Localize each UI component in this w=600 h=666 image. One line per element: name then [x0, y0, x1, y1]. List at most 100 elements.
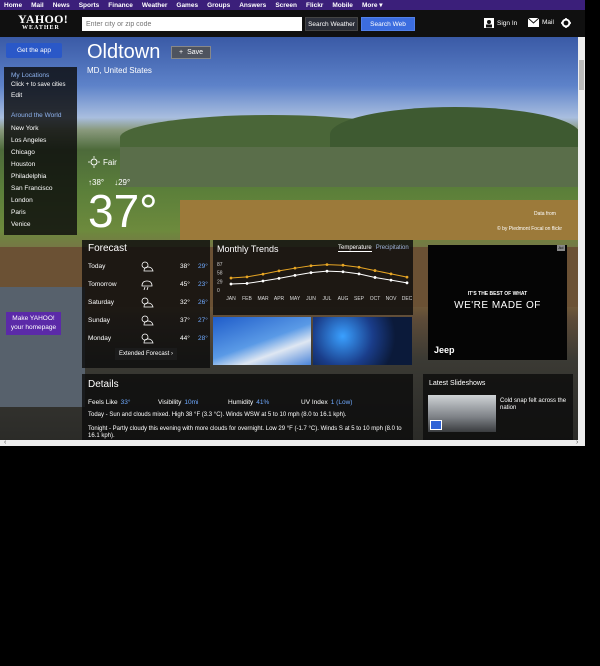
humidity-value: 41%: [256, 399, 270, 406]
make-homepage-line2: your homepage: [10, 324, 57, 331]
save-label: Save: [187, 49, 204, 56]
data-point: [341, 263, 345, 267]
mail-link[interactable]: Mail: [528, 18, 554, 27]
current-condition: Fair: [88, 156, 117, 168]
city-link[interactable]: Venice: [11, 221, 31, 228]
nav-answers[interactable]: Answers: [239, 2, 266, 9]
nav-games[interactable]: Games: [176, 2, 198, 9]
today-forecast-text: Today - Sun and clouds mixed. High 38 °F…: [88, 412, 347, 418]
x-tick-label: JUL: [323, 296, 332, 302]
nav-flickr[interactable]: Flickr: [306, 2, 323, 9]
feels-like: Feels Like 33°: [88, 399, 130, 406]
city-link[interactable]: Philadelphia: [11, 173, 46, 180]
nav-more[interactable]: More ▾: [362, 1, 383, 9]
data-point: [309, 271, 313, 275]
locations-panel: My Locations Click + to save cities Edit…: [4, 67, 77, 235]
vertical-scrollbar[interactable]: [578, 37, 585, 440]
vertical-scrollbar-thumb[interactable]: [579, 60, 584, 90]
sky-photo-thumbnail[interactable]: [213, 317, 311, 365]
tab-temperature[interactable]: Temperature: [338, 245, 372, 252]
search-web-button[interactable]: Search Web: [361, 17, 415, 31]
nav-weather[interactable]: Weather: [142, 2, 168, 9]
forecast-row: Monday 44° 28°: [88, 332, 208, 346]
nav-news[interactable]: News: [53, 2, 70, 9]
humidity: Humidity 41%: [228, 399, 269, 406]
ad-line1: IT'S THE BEST OF WHAT: [467, 291, 528, 297]
city-link[interactable]: New York: [11, 125, 38, 132]
photo-bridge: [180, 200, 578, 240]
save-location-button[interactable]: + Save: [171, 46, 211, 59]
nav-home[interactable]: Home: [4, 2, 22, 9]
yahoo-weather-logo[interactable]: YAHOO! WEATHER: [18, 13, 68, 32]
visibility: Visibility 10mi: [158, 399, 198, 406]
city-link[interactable]: Chicago: [11, 149, 35, 156]
city-link[interactable]: Houston: [11, 161, 35, 168]
sign-in-label: Sign In: [497, 19, 518, 27]
slideshow-thumbnail[interactable]: [428, 395, 496, 432]
scroll-left-arrow[interactable]: ‹: [4, 439, 6, 446]
nav-mobile[interactable]: Mobile: [332, 2, 353, 9]
user-icon: [484, 18, 494, 28]
forecast-day: Saturday: [88, 299, 115, 306]
nav-groups[interactable]: Groups: [207, 2, 230, 9]
data-point: [373, 269, 377, 272]
data-point: [309, 264, 313, 268]
sign-in-link[interactable]: Sign In: [484, 18, 517, 28]
data-point: [389, 272, 393, 276]
ad-choices-icon[interactable]: Ad: [557, 245, 565, 251]
forecast-title: Forecast: [88, 243, 127, 254]
forecast-row: Today 38° 29°: [88, 260, 208, 274]
get-app-button[interactable]: Get the app: [6, 43, 62, 58]
photo-credit[interactable]: © by Piedmont Focal on flickr: [497, 226, 562, 232]
city-link[interactable]: Paris: [11, 209, 26, 216]
my-locations-title: My Locations: [11, 72, 50, 79]
city-link[interactable]: London: [11, 197, 33, 204]
nav-sports[interactable]: Sports: [79, 2, 100, 9]
uv-label: UV Index: [301, 399, 328, 406]
x-tick-label: MAR: [257, 296, 269, 302]
rain-photo-thumbnail[interactable]: [313, 317, 412, 365]
edit-locations-link[interactable]: Edit: [11, 92, 22, 99]
x-tick-label: DEC: [402, 296, 413, 302]
nav-mail[interactable]: Mail: [31, 2, 44, 9]
horizontal-scrollbar[interactable]: [0, 440, 585, 446]
jeep-advertisement[interactable]: Ad IT'S THE BEST OF WHAT WE'RE MADE OF J…: [428, 245, 567, 360]
x-tick-label: JUN: [306, 296, 316, 302]
partly-cloudy-icon: [141, 333, 154, 344]
tonight-forecast-text: Tonight - Partly cloudy this evening wit…: [88, 426, 402, 439]
nav-screen[interactable]: Screen: [275, 2, 297, 9]
make-homepage-button[interactable]: Make YAHOO! your homepage: [6, 312, 61, 335]
data-point: [261, 272, 265, 276]
condition-text: Fair: [103, 157, 117, 167]
slideshow-caption[interactable]: Cold snap felt across the nation: [500, 398, 570, 412]
gear-icon[interactable]: [561, 18, 571, 28]
x-tick-label: JAN: [226, 296, 236, 302]
series-line: [230, 270, 408, 285]
browser-viewport: Home Mail News Sports Finance Weather Ga…: [0, 0, 585, 446]
uv-value: 1 (Low): [330, 399, 353, 406]
partly-cloudy-icon: [141, 315, 154, 326]
y-tick-label: 58: [217, 271, 223, 277]
extended-forecast-button[interactable]: Extended Forecast ›: [115, 348, 177, 360]
scroll-right-arrow[interactable]: ›: [576, 439, 578, 446]
tab-precipitation[interactable]: Precipitation: [376, 245, 409, 252]
search-input[interactable]: [82, 17, 302, 31]
trends-chart: 87 58 29 0 JAN FEB MAR APR MAY JUN JUL AUG SEP OCT NOV…: [217, 262, 413, 302]
search-weather-button[interactable]: Search Weather: [305, 17, 358, 31]
humidity-label: Humidity: [228, 399, 254, 406]
city-link[interactable]: San Francisco: [11, 185, 53, 192]
forecast-row: Sunday 37° 27°: [88, 314, 208, 328]
monthly-trends-panel: Monthly Trends Temperature Precipitation…: [213, 240, 413, 315]
data-point: [245, 275, 249, 279]
forecast-high: 32°: [180, 299, 190, 306]
details-title: Details: [88, 379, 119, 390]
data-point: [325, 263, 329, 266]
mail-icon: [528, 18, 539, 27]
nav-finance[interactable]: Finance: [108, 2, 133, 9]
feels-like-label: Feels Like: [88, 399, 118, 406]
data-point: [357, 272, 361, 276]
data-point: [373, 276, 377, 279]
city-link[interactable]: Los Angeles: [11, 137, 46, 144]
forecast-row: Tomorrow 45° 23°: [88, 278, 208, 292]
data-point: [277, 269, 281, 273]
